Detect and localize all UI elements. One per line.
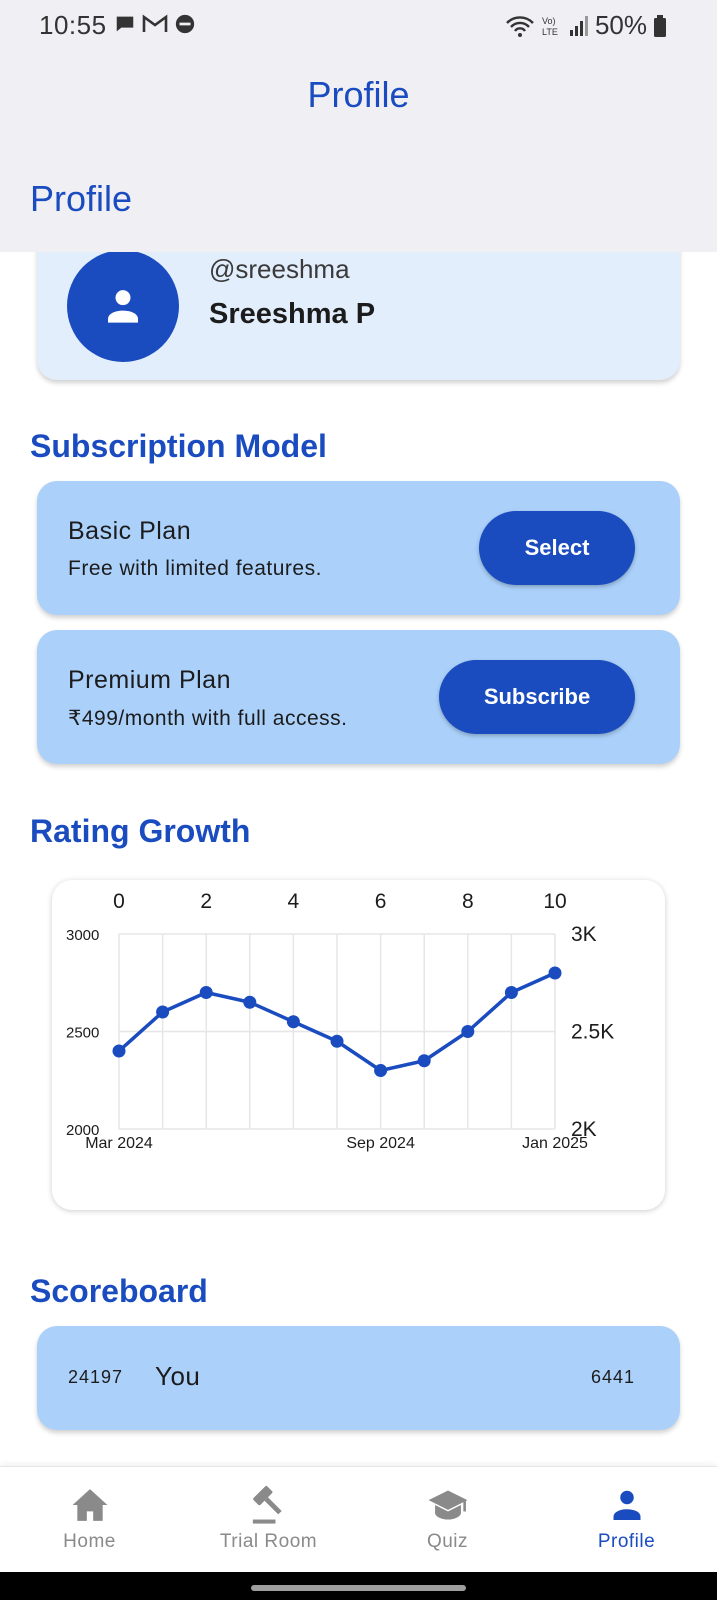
profile-name: Sreeshma P — [209, 298, 376, 330]
nav-item-home[interactable]: Home — [0, 1467, 179, 1573]
nav-label: Trial Room — [219, 1531, 318, 1552]
system-navigation-bar — [0, 1572, 717, 1600]
data-point — [461, 1025, 475, 1038]
plan-description: Free with limited features. — [68, 557, 322, 580]
nav-item-quiz[interactable]: Quiz — [358, 1467, 537, 1573]
nav-item-profile[interactable]: Profile — [537, 1467, 716, 1573]
data-point — [112, 1044, 126, 1058]
school-icon — [428, 1490, 467, 1520]
select-button[interactable]: Select — [479, 511, 635, 585]
nav-item-trial-room[interactable]: Trial Room — [179, 1467, 358, 1573]
score-name: You — [155, 1361, 201, 1391]
data-point — [374, 1064, 388, 1077]
data-point — [504, 986, 518, 999]
volte-icon: Vo)LTE — [542, 16, 558, 37]
gesture-handle[interactable] — [251, 1585, 466, 1591]
score-value: 6441 — [590, 1367, 635, 1387]
person-icon — [613, 1490, 640, 1520]
plan-name: Premium Plan — [68, 666, 231, 694]
data-point — [156, 1005, 170, 1019]
page-title: Profile — [30, 178, 133, 219]
data-point — [330, 1034, 344, 1048]
x-tick-label-bottom: Mar 2024 — [85, 1135, 153, 1152]
profile-handle: @sreeshma — [209, 254, 350, 284]
y-tick-label-left: 2500 — [66, 1025, 99, 1042]
bottom-navigation: Home Trial Room Quiz Profile — [0, 1466, 717, 1572]
nav-label: Profile — [597, 1531, 656, 1552]
x-tick-label-top: 4 — [288, 890, 300, 913]
avatar[interactable] — [67, 250, 179, 362]
score-rank: 24197 — [68, 1367, 124, 1387]
svg-text:Vo): Vo) — [542, 16, 556, 26]
battery-icon — [654, 14, 666, 37]
basic-plan-card: Basic Plan Free with limited features. S… — [37, 481, 680, 615]
y-tick-label-right: 3K — [571, 923, 597, 946]
x-tick-label-top: 8 — [462, 890, 474, 913]
svg-text:LTE: LTE — [542, 27, 558, 37]
nav-label: Quiz — [426, 1531, 469, 1552]
gmail-icon — [142, 14, 168, 32]
x-tick-label-bottom: Jan 2025 — [522, 1135, 588, 1152]
plan-description: ₹499/month with full access. — [68, 707, 348, 730]
rating-chart: 0 2 4 6 8 103000250020003K2.5K2KMar 2024 Sep 2… — [66, 890, 614, 1152]
x-tick-label-top: 10 — [543, 890, 566, 913]
message-icon — [116, 16, 134, 32]
battery-text: 50% — [594, 10, 647, 40]
data-point — [286, 1015, 300, 1029]
scoreboard-title: Scoreboard — [30, 1273, 208, 1309]
y-tick-label-left: 3000 — [66, 927, 99, 944]
x-tick-label-top: 0 — [113, 890, 125, 913]
nav-label: Home — [63, 1531, 116, 1552]
data-point — [199, 986, 213, 999]
person-icon — [108, 290, 138, 323]
status-bar: 10:55 Vo) LTE 50% — [0, 0, 717, 50]
do-not-disturb-icon — [175, 14, 195, 34]
signal-icon — [569, 15, 588, 36]
y-tick-label-right: 2.5K — [571, 1021, 614, 1044]
scoreboard-row[interactable]: 24197 You 6441 — [37, 1326, 680, 1430]
rating-title: Rating Growth — [30, 813, 251, 849]
data-point — [417, 1054, 431, 1068]
x-tick-label-bottom: Sep 2024 — [346, 1135, 415, 1152]
plan-name: Basic Plan — [68, 517, 192, 545]
rating-chart-card: 0 2 4 6 8 10 3000 2500 2000 3K 2.5K 2K Mar 2024 Sep 2… — [52, 880, 665, 1210]
app-bar-title: Profile — [307, 74, 410, 115]
subscribe-button[interactable]: Subscribe — [439, 660, 635, 734]
home-icon — [72, 1489, 107, 1521]
premium-plan-card: Premium Plan ₹499/month with full access… — [37, 630, 680, 764]
gavel-icon — [252, 1485, 282, 1524]
data-point — [243, 995, 257, 1009]
subscription-title: Subscription Model — [30, 428, 327, 464]
top-header: 10:55 Vo) LTE 50% Profile Profile — [0, 0, 717, 252]
data-point — [548, 966, 562, 980]
wifi-icon — [506, 15, 534, 37]
status-time: 10:55 — [39, 10, 107, 40]
x-tick-label-top: 6 — [375, 890, 387, 913]
x-tick-label-top: 2 — [200, 890, 212, 913]
